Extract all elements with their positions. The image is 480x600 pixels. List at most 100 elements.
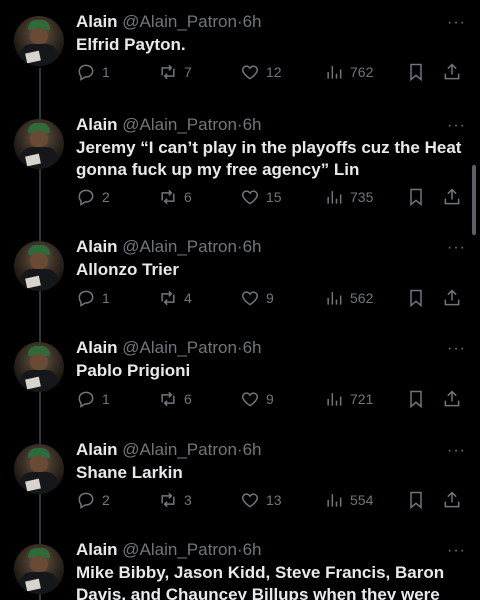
retweet-count: 3	[184, 492, 192, 508]
heart-icon	[241, 392, 259, 407]
share-button[interactable]	[442, 60, 462, 84]
views-icon	[327, 66, 342, 79]
retweet-count: 7	[184, 64, 192, 80]
author-handle[interactable]: @Alain_Patron	[122, 237, 237, 256]
author-handle[interactable]: @Alain_Patron	[122, 440, 237, 459]
share-button[interactable]	[442, 488, 462, 512]
views-button[interactable]: 721	[324, 387, 373, 411]
retweet-button[interactable]: 6	[158, 185, 192, 209]
author-handle[interactable]: @Alain_Patron	[122, 115, 237, 134]
share-button[interactable]	[442, 185, 462, 209]
bookmark-button[interactable]	[406, 286, 426, 310]
like-count: 15	[266, 189, 282, 205]
avatar[interactable]	[14, 544, 64, 594]
bookmark-icon	[410, 188, 422, 207]
heart-icon	[241, 65, 259, 80]
tweet[interactable]: Alain @Alain_Patron·6h ··· Pablo Prigion…	[0, 326, 480, 426]
avatar[interactable]	[14, 119, 64, 169]
share-icon	[444, 491, 460, 508]
retweet-icon	[161, 290, 175, 306]
reply-button[interactable]: 1	[76, 60, 110, 84]
view-count: 721	[350, 391, 374, 407]
tweet-text: Pablo Prigioni	[76, 361, 191, 380]
bookmark-button[interactable]	[406, 185, 426, 209]
action-bar: 2 6 15 735	[76, 185, 468, 209]
tweet[interactable]: Alain @Alain_Patron·6h ··· Elfrid Payton…	[0, 0, 480, 100]
share-icon	[444, 63, 460, 80]
avatar[interactable]	[14, 241, 64, 291]
timestamp[interactable]: 6h	[243, 338, 262, 357]
action-bar: 2 3 13 554	[76, 488, 468, 512]
like-button[interactable]: 12	[240, 60, 282, 84]
timestamp[interactable]: 6h	[243, 12, 262, 31]
bookmark-icon	[410, 63, 422, 82]
views-button[interactable]: 562	[324, 286, 373, 310]
more-options-icon[interactable]: ···	[447, 542, 466, 560]
avatar[interactable]	[14, 342, 64, 392]
timestamp[interactable]: 6h	[243, 115, 262, 134]
tweet-text: Mike Bibby, Jason Kidd, Steve Francis, B…	[76, 563, 445, 600]
views-icon	[327, 292, 342, 305]
view-count: 554	[350, 492, 374, 508]
reply-button[interactable]: 2	[76, 488, 110, 512]
retweet-button[interactable]: 6	[158, 387, 192, 411]
like-button[interactable]: 9	[240, 387, 274, 411]
bookmark-button[interactable]	[406, 387, 426, 411]
tweet-header: Alain @Alain_Patron·6h	[76, 440, 262, 460]
views-button[interactable]: 735	[324, 185, 373, 209]
reply-icon	[78, 391, 94, 408]
author-name[interactable]: Alain	[76, 115, 118, 134]
views-icon	[327, 494, 342, 507]
more-options-icon[interactable]: ···	[447, 442, 466, 460]
views-button[interactable]: 762	[324, 60, 373, 84]
author-handle[interactable]: @Alain_Patron	[122, 338, 237, 357]
views-button[interactable]: 554	[324, 488, 373, 512]
author-name[interactable]: Alain	[76, 237, 118, 256]
like-button[interactable]: 9	[240, 286, 274, 310]
reply-count: 1	[102, 64, 110, 80]
tweet[interactable]: Alain @Alain_Patron·6h ··· Allonzo Trier…	[0, 225, 480, 325]
more-options-icon[interactable]: ···	[447, 117, 466, 135]
tweet[interactable]: Alain @Alain_Patron·6h ··· Jeremy “I can…	[0, 103, 480, 230]
reply-button[interactable]: 1	[76, 286, 110, 310]
tweet-header: Alain @Alain_Patron·6h	[76, 540, 262, 560]
view-count: 735	[350, 189, 374, 205]
timestamp[interactable]: 6h	[243, 237, 262, 256]
author-name[interactable]: Alain	[76, 12, 118, 31]
more-options-icon[interactable]: ···	[447, 239, 466, 257]
timestamp[interactable]: 6h	[243, 540, 262, 559]
avatar[interactable]	[14, 16, 64, 66]
author-handle[interactable]: @Alain_Patron	[122, 12, 237, 31]
bookmark-button[interactable]	[406, 488, 426, 512]
tweet-header: Alain @Alain_Patron·6h	[76, 237, 262, 257]
retweet-button[interactable]: 3	[158, 488, 192, 512]
tweet[interactable]: Alain @Alain_Patron·6h ··· Shane Larkin …	[0, 428, 480, 528]
retweet-count: 6	[184, 391, 192, 407]
author-name[interactable]: Alain	[76, 540, 118, 559]
author-name[interactable]: Alain	[76, 440, 118, 459]
heart-icon	[241, 291, 259, 306]
author-handle[interactable]: @Alain_Patron	[122, 540, 237, 559]
reply-icon	[78, 189, 94, 206]
tweet[interactable]: Alain @Alain_Patron·6h ··· Mike Bibby, J…	[0, 528, 480, 600]
share-button[interactable]	[442, 286, 462, 310]
reply-button[interactable]: 1	[76, 387, 110, 411]
author-name[interactable]: Alain	[76, 338, 118, 357]
like-button[interactable]: 15	[240, 185, 282, 209]
more-options-icon[interactable]: ···	[447, 14, 466, 32]
views-icon	[327, 393, 342, 406]
reply-count: 2	[102, 189, 110, 205]
timestamp[interactable]: 6h	[243, 440, 262, 459]
retweet-button[interactable]: 4	[158, 286, 192, 310]
avatar[interactable]	[14, 444, 64, 494]
more-options-icon[interactable]: ···	[447, 340, 466, 358]
bookmark-button[interactable]	[406, 60, 426, 84]
action-bar: 1 6 9 721	[76, 387, 468, 411]
like-button[interactable]: 13	[240, 488, 282, 512]
tweet-text: Shane Larkin	[76, 463, 183, 482]
retweet-button[interactable]: 7	[158, 60, 192, 84]
tweet-header: Alain @Alain_Patron·6h	[76, 338, 262, 358]
reply-button[interactable]: 2	[76, 185, 110, 209]
reply-icon	[78, 64, 94, 81]
share-button[interactable]	[442, 387, 462, 411]
